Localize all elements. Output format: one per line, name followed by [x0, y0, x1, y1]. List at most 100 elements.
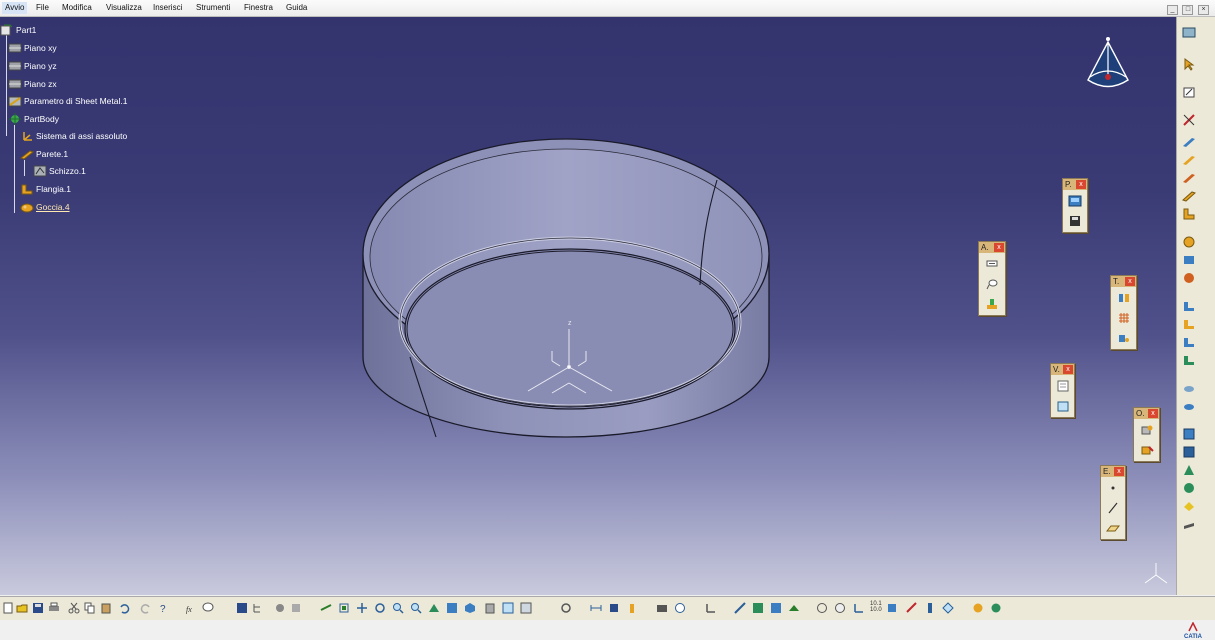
comment-icon[interactable] [202, 602, 214, 614]
close-button[interactable]: × [1198, 5, 1209, 15]
translate-icon[interactable] [1182, 463, 1196, 477]
toolbar-close-button[interactable]: x [1148, 409, 1158, 418]
undo-icon[interactable] [118, 602, 130, 614]
view-sheet-icon[interactable] [1054, 377, 1072, 395]
tool-a-icon[interactable] [1115, 289, 1133, 307]
corner-relief-icon[interactable] [1182, 335, 1196, 349]
swept-wall-icon[interactable] [1182, 189, 1196, 203]
measure-inertia-icon[interactable] [626, 602, 638, 614]
tree-node-flangia[interactable]: Flangia.1 [20, 183, 71, 195]
axis-system-tool-icon[interactable] [704, 602, 716, 614]
menu-modifica[interactable]: Modifica [62, 3, 92, 12]
tree-node-parete[interactable]: Parete.1 [20, 148, 68, 160]
new-document-icon[interactable] [2, 602, 14, 614]
toolbar-close-button[interactable]: x [1114, 467, 1124, 476]
zoom-in-icon[interactable] [392, 602, 404, 614]
filter-icon[interactable] [290, 602, 302, 614]
tree-node-partbody[interactable]: PartBody [8, 113, 59, 125]
open-folder-icon[interactable] [16, 602, 28, 614]
help-icon[interactable]: ? [158, 602, 170, 614]
bar-tool-icon[interactable] [924, 602, 936, 614]
menu-avvio[interactable]: Avvio [2, 2, 28, 14]
cut-icon[interactable] [68, 602, 80, 614]
camera-icon[interactable] [656, 602, 668, 614]
view-box-icon[interactable] [1054, 397, 1072, 415]
pan-icon[interactable] [356, 602, 368, 614]
measure-icon[interactable] [983, 295, 1001, 313]
fly-mode-icon[interactable] [320, 602, 332, 614]
line-icon[interactable] [1104, 499, 1122, 517]
select-arrow-icon[interactable] [1182, 57, 1196, 71]
measure-item-icon[interactable] [608, 602, 620, 614]
point-icon[interactable] [1104, 479, 1122, 497]
wall-on-edge-icon[interactable] [1182, 153, 1196, 167]
mirror-icon[interactable] [1182, 445, 1196, 459]
grid-icon[interactable] [1115, 309, 1133, 327]
store-icon[interactable] [1066, 212, 1084, 230]
hole-icon[interactable] [1182, 317, 1196, 331]
stamp-icon[interactable] [1182, 381, 1196, 395]
restore-button[interactable]: □ [1182, 5, 1194, 15]
minimize-button[interactable]: _ [1166, 5, 1178, 15]
tree-view-icon[interactable] [252, 602, 264, 614]
unfold-icon[interactable] [1182, 253, 1196, 267]
cutout-icon[interactable] [1182, 299, 1196, 313]
tree-node-axis-system[interactable]: Sistema di assi assoluto [20, 130, 127, 142]
redo-icon[interactable] [140, 602, 152, 614]
operation-b-icon[interactable] [1138, 441, 1156, 459]
save-icon[interactable] [32, 602, 44, 614]
axis-to-axis-icon[interactable] [1182, 499, 1196, 513]
tree-node-sheet-metal-params[interactable]: Parametro di Sheet Metal.1 [8, 95, 127, 107]
floating-toolbar-a[interactable]: A. x [978, 241, 1006, 316]
toolbar-close-button[interactable]: x [1125, 277, 1135, 286]
global-view-icon[interactable] [674, 602, 686, 614]
tree-node-piano-zx[interactable]: Piano zx [8, 78, 57, 90]
tree-node-goccia[interactable]: Goccia.4 [20, 201, 70, 213]
wall-tool-icon[interactable] [1182, 135, 1196, 149]
tree-node-part1[interactable]: Part1 [0, 24, 36, 36]
sketcher-icon[interactable] [1182, 85, 1196, 99]
catalog-icon[interactable] [274, 602, 286, 614]
menu-inserisci[interactable]: Inserisci [153, 3, 182, 12]
multi-view-icon[interactable] [446, 602, 458, 614]
menu-guida[interactable]: Guida [286, 3, 307, 12]
toolbar-close-button[interactable]: x [1063, 365, 1073, 374]
material-manage-icon[interactable] [788, 602, 800, 614]
parameters-icon[interactable] [1182, 113, 1196, 127]
floating-toolbar-t[interactable]: T. x [1110, 275, 1137, 350]
rotate-view-icon[interactable] [374, 602, 386, 614]
normal-view-icon[interactable] [428, 602, 440, 614]
tree-node-piano-xy[interactable]: Piano xy [8, 42, 57, 54]
floating-toolbar-v[interactable]: V. x [1050, 363, 1075, 418]
sheetmetal-workbench-icon[interactable] [1182, 25, 1196, 39]
pattern-icon[interactable] [1182, 427, 1196, 441]
paste-icon[interactable] [100, 602, 112, 614]
annotation-text-icon[interactable] [983, 255, 1001, 273]
floating-toolbar-e[interactable]: E. x [1100, 465, 1126, 540]
menu-strumenti[interactable]: Strumenti [196, 3, 230, 12]
cup-body[interactable] [362, 138, 770, 438]
hide-show-icon[interactable] [502, 602, 514, 614]
formula-icon[interactable]: fx [186, 602, 198, 614]
rotate-icon[interactable] [1182, 481, 1196, 495]
floating-toolbar-o[interactable]: O. x [1133, 407, 1160, 462]
floating-toolbar-p[interactable]: P. x [1062, 178, 1088, 233]
toolbar-close-button[interactable]: x [994, 243, 1004, 252]
extrusion-icon[interactable] [1182, 171, 1196, 185]
tree-node-piano-yz[interactable]: Piano yz [8, 60, 57, 72]
copy-icon[interactable] [84, 602, 96, 614]
print-icon[interactable] [48, 602, 60, 614]
menu-file[interactable]: File [36, 3, 49, 12]
bend-icon[interactable] [1182, 235, 1196, 249]
compass-icon[interactable] [1087, 37, 1129, 88]
zoom-out-icon[interactable] [410, 602, 422, 614]
iso-view-icon[interactable] [464, 602, 476, 614]
chamfer-icon[interactable] [1182, 353, 1196, 367]
update-icon[interactable] [560, 602, 572, 614]
compass-tool-icon[interactable] [834, 602, 846, 614]
arrow-tool-icon[interactable] [906, 602, 918, 614]
render-style-icon[interactable] [734, 602, 746, 614]
cylinder-tool-icon[interactable] [886, 602, 898, 614]
plane-icon[interactable] [1104, 519, 1122, 537]
flange-tool-icon[interactable] [1182, 207, 1196, 221]
